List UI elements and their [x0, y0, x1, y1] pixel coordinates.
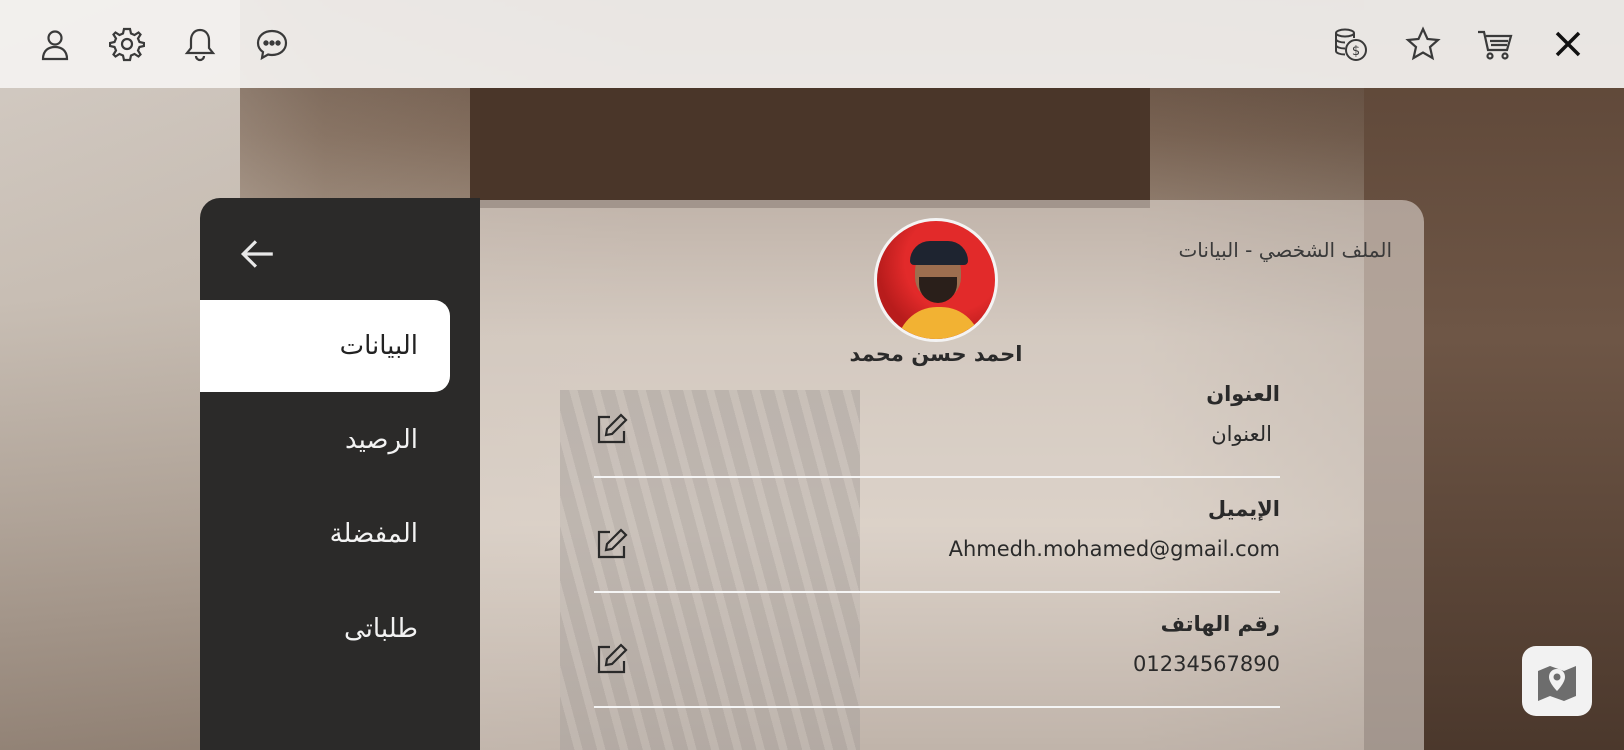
sidebar-item-orders[interactable]: طلباتى — [200, 583, 450, 675]
profile-panel: الملف الشخصي - البيانات احمد حسن محمد ال… — [480, 200, 1424, 750]
settings-icon[interactable] — [105, 22, 149, 66]
map-icon — [1538, 666, 1576, 701]
back-arrow-icon[interactable] — [236, 232, 280, 276]
avatar-cap — [910, 241, 968, 265]
phone-value: 01234567890 — [1133, 652, 1280, 676]
svg-text:$: $ — [1352, 44, 1360, 59]
breadcrumb: الملف الشخصي - البيانات — [1178, 238, 1392, 262]
cart-icon[interactable] — [1473, 22, 1517, 66]
user-icon[interactable] — [33, 22, 77, 66]
bell-icon[interactable] — [178, 22, 222, 66]
avatar-beard — [919, 277, 957, 303]
user-name: احمد حسن محمد — [849, 342, 1023, 366]
address-label: العنوان — [1206, 382, 1280, 406]
email-value: Ahmedh.mohamed@gmail.com — [948, 537, 1280, 561]
address-value: العنوان — [1211, 422, 1272, 446]
sidebar-item-data[interactable]: البيانات — [200, 300, 450, 392]
email-field: الإيميل Ahmedh.mohamed@gmail.com — [594, 497, 1280, 593]
phone-label: رقم الهاتف — [1160, 612, 1280, 636]
close-icon[interactable] — [1546, 22, 1590, 66]
sidebar-item-label: طلباتى — [344, 614, 418, 644]
phone-field: رقم الهاتف 01234567890 — [594, 612, 1280, 708]
sidebar-item-label: البيانات — [339, 331, 418, 361]
edit-icon[interactable] — [594, 412, 628, 446]
avatar-shirt — [897, 307, 981, 339]
mall-background-ceiling — [470, 88, 1150, 208]
sidebar-item-label: المفضلة — [329, 519, 418, 549]
top-bar: $ — [0, 0, 1624, 88]
address-field: العنوان العنوان — [594, 382, 1280, 478]
map-button[interactable] — [1522, 646, 1592, 716]
sidebar-item-favorites[interactable]: المفضلة — [200, 488, 450, 580]
profile-sidebar: البيانات الرصيد المفضلة طلباتى — [200, 198, 480, 750]
avatar[interactable] — [874, 218, 998, 342]
sidebar-item-label: الرصيد — [344, 425, 418, 455]
email-label: الإيميل — [1207, 497, 1280, 521]
coins-icon[interactable]: $ — [1328, 22, 1372, 66]
edit-icon[interactable] — [594, 642, 628, 676]
star-icon[interactable] — [1401, 22, 1445, 66]
chat-icon[interactable] — [250, 22, 294, 66]
sidebar-item-balance[interactable]: الرصيد — [200, 394, 450, 486]
edit-icon[interactable] — [594, 527, 628, 561]
